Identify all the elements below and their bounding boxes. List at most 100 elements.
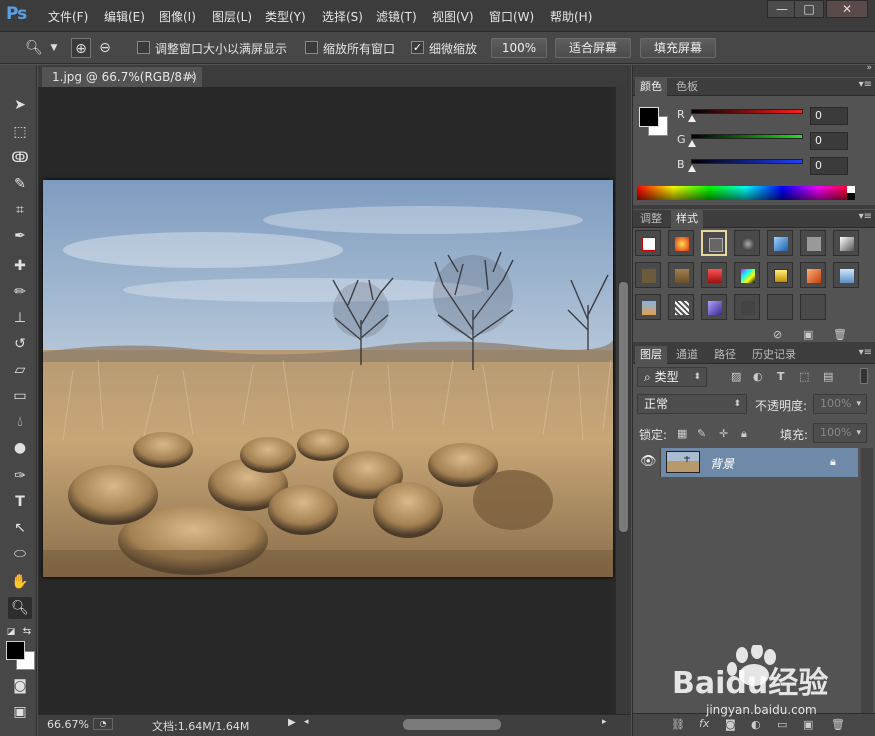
menu-window[interactable]: 窗口(W) (489, 8, 534, 25)
filter-toggle[interactable] (860, 368, 868, 384)
layers-scrollbar[interactable] (861, 448, 873, 713)
green-slider-track[interactable] (691, 134, 803, 139)
menu-layer[interactable]: 图层(L) (212, 8, 252, 25)
swap-colors-icon[interactable]: ⇆ (20, 621, 34, 643)
style-empty[interactable] (734, 294, 760, 320)
restore-button[interactable]: □ (794, 0, 824, 18)
style-brown[interactable] (635, 262, 661, 288)
ellipse-tool-icon[interactable]: ⬭ (8, 543, 32, 565)
canvas-area[interactable] (38, 87, 615, 714)
eye-icon[interactable]: 👁︎ (640, 454, 657, 469)
close-tab-icon[interactable]: × (187, 67, 196, 87)
blue-slider-knob[interactable] (688, 165, 696, 172)
style-silver[interactable] (833, 230, 859, 256)
zoom-100-button[interactable]: 100% (491, 38, 547, 58)
healing-brush-tool-icon[interactable]: ✚ (8, 255, 32, 277)
lock-image-icon[interactable]: ✎ (697, 427, 706, 440)
gradient-tool-icon[interactable]: ▭ (8, 385, 32, 407)
style-dark-sphere[interactable] (734, 230, 760, 256)
fill-screen-button[interactable]: 填充屏幕 (640, 38, 716, 58)
style-outline[interactable] (701, 230, 727, 256)
style-sky[interactable] (833, 262, 859, 288)
path-selection-tool-icon[interactable]: ↖ (8, 517, 32, 539)
zoom-tool-preset-icon[interactable]: 🔍︎ (24, 38, 44, 58)
lock-position-icon[interactable]: ✛ (719, 427, 728, 440)
blur-tool-icon[interactable]: 💧︎ (8, 411, 32, 433)
zoom-all-windows-checkbox[interactable] (305, 41, 318, 54)
default-colors-icon[interactable]: ◪ (4, 621, 18, 643)
style-empty-2[interactable] (767, 294, 793, 320)
style-wood[interactable] (668, 262, 694, 288)
scrubby-zoom-checkbox[interactable]: ✓ (411, 41, 424, 54)
green-value-field[interactable]: 0 (810, 132, 848, 150)
panel-menu-icon[interactable]: ▾≡ (859, 347, 872, 358)
filter-pixel-icon[interactable]: ▨ (731, 370, 741, 383)
color-foreground-swatch[interactable] (639, 107, 659, 127)
red-slider-track[interactable] (691, 109, 803, 114)
style-empty-3[interactable] (800, 294, 826, 320)
clear-style-icon[interactable]: ⊘ (773, 328, 782, 341)
filter-smart-object-icon[interactable]: ▤ (823, 370, 833, 383)
tab-color[interactable]: 颜色 (635, 78, 667, 96)
style-rainbow[interactable] (734, 262, 760, 288)
status-menu-arrow-icon[interactable]: ▶ (288, 717, 296, 728)
fit-screen-button[interactable]: 适合屏幕 (555, 38, 631, 58)
tab-layers[interactable]: 图层 (635, 346, 667, 364)
type-tool-icon[interactable]: T (8, 491, 32, 513)
style-pattern[interactable] (668, 294, 694, 320)
menu-help[interactable]: 帮助(H) (550, 8, 592, 25)
green-slider-knob[interactable] (688, 140, 696, 147)
marquee-tool-icon[interactable]: ⬚ (8, 121, 32, 143)
menu-view[interactable]: 视图(V) (432, 8, 474, 25)
quick-mask-icon[interactable]: ◙ (8, 675, 32, 697)
blend-mode-dropdown[interactable]: 正常 ⬍ (637, 394, 747, 414)
pen-tool-icon[interactable]: ✑ (8, 465, 32, 487)
layer-row[interactable]: 👁︎ 背景 🔒︎ (633, 448, 858, 477)
menu-image[interactable]: 图像(I) (159, 8, 196, 25)
vertical-scroll-thumb[interactable] (619, 282, 628, 532)
chevron-down-icon[interactable]: ▼ (44, 38, 64, 58)
filter-type-icon[interactable]: T (777, 370, 785, 383)
eyedropper-tool-icon[interactable]: ✒ (8, 225, 32, 247)
zoom-tool-icon[interactable]: 🔍︎ (8, 597, 32, 619)
layer-filter-dropdown[interactable]: ⌕ 类型 ⬍ (637, 367, 707, 387)
visibility-toggle[interactable]: 👁︎ (633, 448, 661, 477)
status-info-icon[interactable]: ◔ (93, 718, 113, 730)
crop-tool-icon[interactable]: ⌗ (8, 199, 32, 221)
style-gray[interactable] (800, 230, 826, 256)
tab-swatches[interactable]: 色板 (671, 78, 703, 96)
screen-mode-icon[interactable]: ▣ (8, 701, 32, 723)
style-none[interactable] (635, 230, 661, 256)
zoom-level[interactable]: 66.67% (47, 718, 89, 731)
dodge-tool-icon[interactable]: ● (8, 437, 32, 459)
opacity-field[interactable]: 100% ▾ (813, 394, 867, 414)
foreground-color-swatch[interactable] (6, 641, 25, 660)
spectrum-white-swatch[interactable] (847, 186, 855, 193)
style-blue-glass[interactable] (767, 230, 793, 256)
menu-type[interactable]: 类型(Y) (265, 8, 306, 25)
tab-paths[interactable]: 路径 (709, 346, 741, 364)
minimize-button[interactable]: — (767, 0, 797, 18)
tab-adjustments[interactable]: 调整 (635, 210, 667, 228)
lock-transparent-icon[interactable]: ▦ (677, 427, 687, 440)
scroll-left-icon[interactable]: ◂ (304, 717, 309, 727)
zoom-out-icon[interactable]: ⊖ (95, 38, 115, 58)
blue-value-field[interactable]: 0 (810, 157, 848, 175)
delete-style-icon[interactable]: 🗑︎ (833, 328, 847, 341)
menu-filter[interactable]: 滤镜(T) (376, 8, 417, 25)
vertical-scrollbar[interactable] (615, 87, 631, 714)
style-orange[interactable] (800, 262, 826, 288)
style-gold[interactable] (767, 262, 793, 288)
spectrum-black-swatch[interactable] (847, 193, 855, 200)
menu-edit[interactable]: 编辑(E) (104, 8, 145, 25)
red-value-field[interactable]: 0 (810, 107, 848, 125)
style-red[interactable] (701, 262, 727, 288)
history-brush-tool-icon[interactable]: ↺ (8, 333, 32, 355)
style-sunset[interactable] (635, 294, 661, 320)
move-tool-icon[interactable]: ➤ (8, 94, 32, 116)
tab-history[interactable]: 历史记录 (747, 346, 801, 364)
panel-menu-icon[interactable]: ▾≡ (859, 211, 872, 222)
panel-collapse-strip[interactable]: » (633, 63, 875, 77)
layer-name[interactable]: 背景 (710, 455, 734, 472)
tab-channels[interactable]: 通道 (671, 346, 703, 364)
